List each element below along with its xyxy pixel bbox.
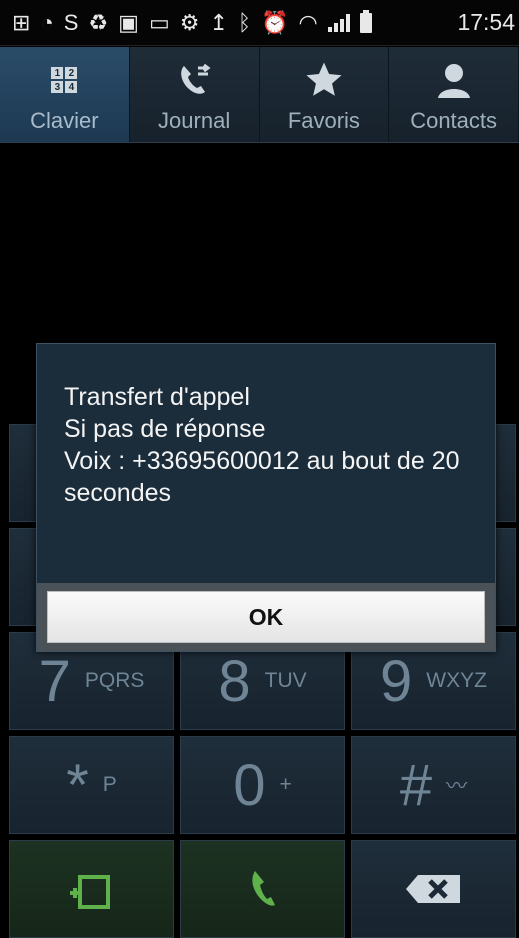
key-hash[interactable]: # 〰 (351, 736, 516, 834)
key-digit: 9 (380, 648, 413, 714)
key-letters: PQRS (84, 669, 145, 692)
s-icon: S (63, 9, 79, 35)
vibrate-icon: 〰 (446, 775, 468, 798)
key-digit: # (399, 752, 433, 818)
wifi-icon: ◠ (298, 9, 318, 35)
key-digit: 0 (233, 752, 266, 818)
status-time: 17:54 (457, 9, 515, 35)
key-letters: + (279, 773, 292, 796)
ok-button[interactable]: OK (47, 591, 485, 643)
wifi-hotspot-icon: ◔ (40, 9, 54, 35)
dialog-footer: OK (37, 583, 495, 651)
delete-button[interactable] (351, 840, 516, 938)
dialer-tabs: 1234 Clavier Journal Favoris Contacts (0, 47, 519, 143)
add-contact-icon (69, 875, 110, 909)
dialog-line: Voix : +33695600012 au bout de 20 second… (64, 447, 460, 507)
bluetooth-icon: ᛒ (237, 9, 252, 35)
add-icon: ⊞ (12, 9, 31, 35)
tab-favoris[interactable]: Favoris (260, 47, 390, 142)
tab-label: Clavier (30, 108, 99, 133)
tab-label: Favoris (287, 108, 360, 133)
upload-icon: ↥ (209, 9, 228, 35)
key-digit: 8 (218, 648, 251, 714)
dialog-message: Transfert d'appel Si pas de réponse Voix… (64, 381, 475, 509)
backspace-icon (405, 875, 460, 903)
dialog-line: Si pas de réponse (64, 415, 266, 443)
key-letters: P (102, 773, 117, 796)
call-button[interactable] (180, 840, 345, 938)
key-digit: 7 (38, 648, 71, 714)
recycle-icon: ♻ (88, 9, 109, 35)
alarm-icon: ⏰ (261, 9, 289, 35)
tab-clavier[interactable]: 1234 Clavier (0, 47, 130, 142)
key-0[interactable]: 0 + (180, 736, 345, 834)
add-contact-button[interactable] (9, 840, 174, 938)
dialog-line: Transfert d'appel (64, 383, 250, 411)
key-letters: TUV (264, 669, 307, 692)
settings-icon: ⚙ (179, 9, 200, 35)
keypad-icon: 1234 (51, 58, 78, 102)
person-icon (434, 58, 474, 102)
signal-icon (327, 13, 350, 32)
star-icon (303, 58, 345, 102)
battery-icon (359, 9, 372, 33)
call-log-icon (174, 58, 214, 102)
tab-label: Contacts (410, 108, 498, 133)
key-star[interactable]: * P (9, 736, 174, 834)
call-forwarding-dialog: Transfert d'appel Si pas de réponse Voix… (36, 343, 496, 652)
key-letters: WXYZ (426, 669, 487, 692)
facebook-icon: ▣ (118, 9, 139, 35)
tab-contacts[interactable]: Contacts (389, 47, 519, 142)
status-bar: ⊞ ◔ S ♻ ▣ ▭ ⚙ ↥ ᛒ ⏰ ◠ 17:54 (0, 0, 519, 46)
tab-journal[interactable]: Journal (130, 47, 260, 142)
phone-icon (251, 871, 275, 906)
tab-label: Journal (158, 108, 231, 133)
key-digit: * (66, 752, 89, 818)
voicemail-icon: ▭ (148, 9, 170, 35)
status-icons: ⊞ ◔ S ♻ ▣ ▭ ⚙ ↥ ᛒ ⏰ ◠ (12, 9, 457, 35)
